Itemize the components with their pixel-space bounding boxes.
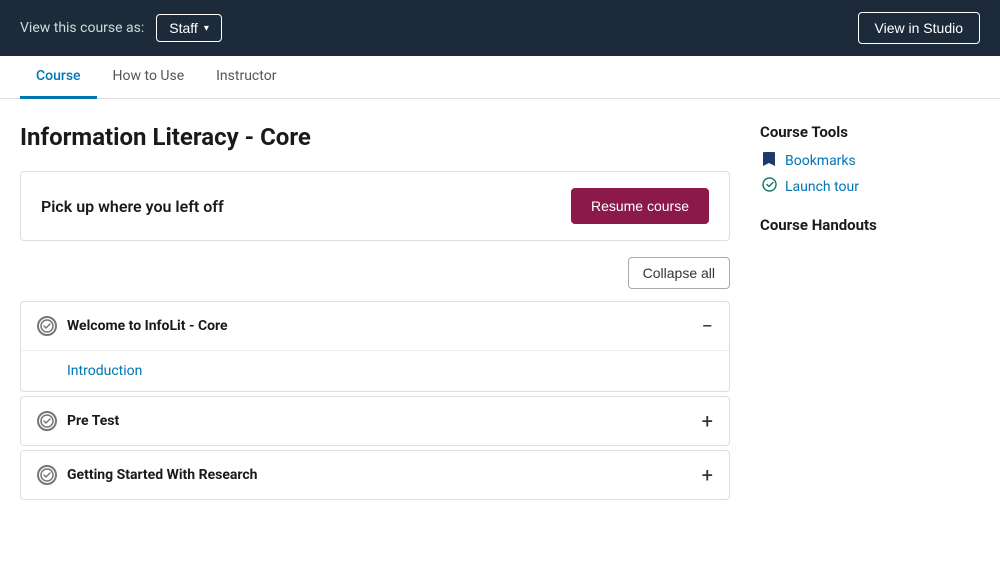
resume-course-button[interactable]: Resume course	[571, 188, 709, 224]
section-getting-started-header[interactable]: Getting Started With Research +	[21, 451, 729, 499]
section-pretest-header[interactable]: Pre Test +	[21, 397, 729, 445]
section-getting-started-header-left: Getting Started With Research	[37, 465, 258, 485]
check-icon-getting-started	[37, 465, 57, 485]
section-welcome: Welcome to InfoLit - Core − Introduction	[20, 301, 730, 392]
view-as-label: View this course as:	[20, 20, 144, 36]
section-pretest-title: Pre Test	[67, 413, 119, 429]
collapse-row: Collapse all	[20, 257, 730, 289]
content-left: Information Literacy - Core Pick up wher…	[20, 123, 730, 504]
view-in-studio-button[interactable]: View in Studio	[858, 12, 980, 44]
section-welcome-title: Welcome to InfoLit - Core	[67, 318, 228, 334]
section-welcome-toggle[interactable]: −	[702, 316, 713, 336]
launch-tour-label: Launch tour	[785, 179, 859, 195]
top-bar-left: View this course as: Staff ▾	[20, 14, 222, 42]
collapse-all-button[interactable]: Collapse all	[628, 257, 730, 289]
section-getting-started: Getting Started With Research +	[20, 450, 730, 500]
section-getting-started-toggle[interactable]: +	[702, 465, 713, 485]
section-pretest-toggle[interactable]: +	[702, 411, 713, 431]
bookmarks-label: Bookmarks	[785, 153, 856, 169]
subsection-intro-link[interactable]: Introduction	[67, 363, 142, 379]
nav-tabs: Course How to Use Instructor	[0, 56, 1000, 99]
check-icon-welcome	[37, 316, 57, 336]
section-pretest: Pre Test +	[20, 396, 730, 446]
section-welcome-header-left: Welcome to InfoLit - Core	[37, 316, 228, 336]
staff-dropdown-label: Staff	[169, 20, 198, 36]
subsection-intro: Introduction	[21, 350, 729, 391]
section-getting-started-title: Getting Started With Research	[67, 467, 258, 483]
tab-how-to-use[interactable]: How to Use	[97, 56, 201, 99]
chevron-down-icon: ▾	[204, 23, 209, 34]
main-content: Information Literacy - Core Pick up wher…	[0, 99, 1000, 524]
course-handouts-title: Course Handouts	[760, 216, 980, 234]
bookmarks-item[interactable]: Bookmarks	[760, 151, 980, 171]
course-tools-sidebar: Course Tools Bookmarks Launch tour Cours…	[760, 123, 980, 504]
launch-tour-icon	[760, 177, 778, 196]
tab-course[interactable]: Course	[20, 56, 97, 99]
resume-card-text: Pick up where you left off	[41, 197, 224, 216]
staff-dropdown[interactable]: Staff ▾	[156, 14, 222, 42]
section-pretest-header-left: Pre Test	[37, 411, 119, 431]
course-title: Information Literacy - Core	[20, 123, 730, 151]
bookmark-icon	[760, 151, 778, 171]
resume-card: Pick up where you left off Resume course	[20, 171, 730, 241]
launch-tour-item[interactable]: Launch tour	[760, 177, 980, 196]
tab-instructor[interactable]: Instructor	[200, 56, 292, 99]
course-tools-title: Course Tools	[760, 123, 980, 141]
check-icon-pretest	[37, 411, 57, 431]
top-bar: View this course as: Staff ▾ View in Stu…	[0, 0, 1000, 56]
section-welcome-header[interactable]: Welcome to InfoLit - Core −	[21, 302, 729, 350]
